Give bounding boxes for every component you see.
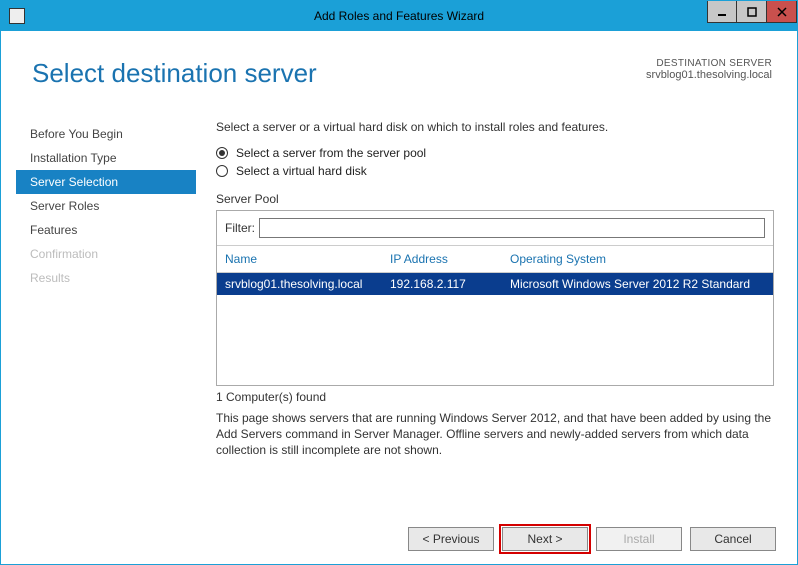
sidebar-item-results: Results [16, 266, 196, 290]
sidebar-item-before-you-begin[interactable]: Before You Begin [16, 122, 196, 146]
page-title: Select destination server [32, 58, 317, 89]
button-bar: < Previous Next > Install Cancel [408, 527, 776, 551]
column-ip[interactable]: IP Address [390, 252, 510, 266]
maximize-button[interactable] [737, 1, 767, 23]
filter-bar: Filter: [217, 211, 773, 246]
cell-ip: 192.168.2.117 [390, 277, 510, 291]
sidebar-item-server-roles[interactable]: Server Roles [16, 194, 196, 218]
titlebar: Add Roles and Features Wizard [1, 1, 797, 31]
sidebar-item-confirmation: Confirmation [16, 242, 196, 266]
window-title: Add Roles and Features Wizard [1, 9, 797, 23]
cell-os: Microsoft Windows Server 2012 R2 Standar… [510, 277, 765, 291]
window-controls [707, 1, 797, 23]
instruction-text: Select a server or a virtual hard disk o… [216, 120, 774, 134]
destination-value: srvblog01.thesolving.local [646, 69, 772, 81]
sidebar: Before You Begin Installation Type Serve… [16, 122, 196, 290]
table-row[interactable]: srvblog01.thesolving.local 192.168.2.117… [217, 273, 773, 295]
column-name[interactable]: Name [225, 252, 390, 266]
window-icon [9, 8, 25, 24]
install-button: Install [596, 527, 682, 551]
table-body: srvblog01.thesolving.local 192.168.2.117… [217, 273, 773, 385]
server-pool-box: Filter: Name IP Address Operating System… [216, 210, 774, 386]
table-head: Name IP Address Operating System [217, 246, 773, 273]
content-area: Select destination server DESTINATION SE… [2, 32, 796, 563]
radio-icon-unchecked [216, 165, 228, 177]
next-button[interactable]: Next > [502, 527, 588, 551]
radio-vhd-label: Select a virtual hard disk [236, 164, 367, 178]
filter-input[interactable] [259, 218, 765, 238]
found-label: 1 Computer(s) found [216, 390, 774, 404]
radio-virtual-hard-disk[interactable]: Select a virtual hard disk [216, 164, 774, 178]
footnote-text: This page shows servers that are running… [216, 410, 774, 459]
filter-label: Filter: [225, 221, 255, 235]
destination-block: DESTINATION SERVER srvblog01.thesolving.… [646, 58, 772, 81]
close-button[interactable] [767, 1, 797, 23]
minimize-button[interactable] [707, 1, 737, 23]
column-os[interactable]: Operating System [510, 252, 765, 266]
radio-icon-checked [216, 147, 228, 159]
radio-server-pool-label: Select a server from the server pool [236, 146, 426, 160]
previous-button[interactable]: < Previous [408, 527, 494, 551]
destination-label: DESTINATION SERVER [646, 58, 772, 69]
cell-name: srvblog01.thesolving.local [225, 277, 390, 291]
server-pool-label: Server Pool [216, 192, 774, 206]
radio-server-pool[interactable]: Select a server from the server pool [216, 146, 774, 160]
main-area: Select a server or a virtual hard disk o… [216, 120, 774, 459]
sidebar-item-server-selection[interactable]: Server Selection [16, 170, 196, 194]
sidebar-item-features[interactable]: Features [16, 218, 196, 242]
cancel-button[interactable]: Cancel [690, 527, 776, 551]
sidebar-item-installation-type[interactable]: Installation Type [16, 146, 196, 170]
wizard-window: Add Roles and Features Wizard Select des… [0, 0, 798, 565]
